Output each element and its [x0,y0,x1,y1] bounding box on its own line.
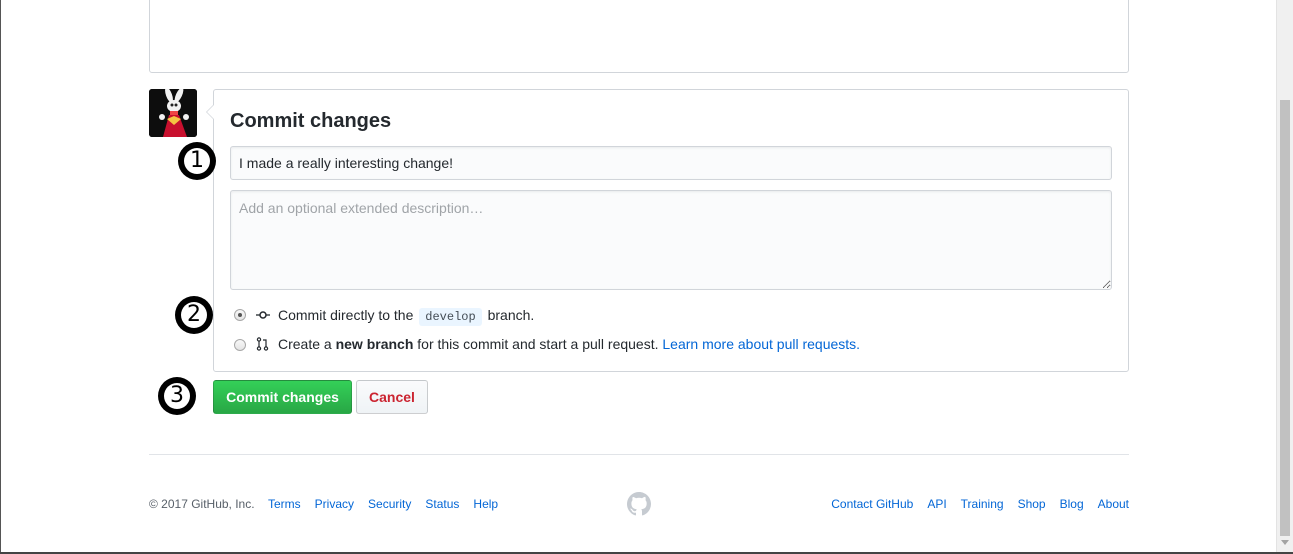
footer-links-right: Contact GitHub API Training Shop Blog About [817,496,1129,512]
footer-link-security[interactable]: Security [368,497,411,511]
page-scrollbar[interactable] [1276,0,1293,554]
scroll-down-arrow-icon[interactable] [1281,540,1289,545]
commit-direct-prefix: Commit directly to the [278,307,414,323]
footer-link-about[interactable]: About [1098,497,1129,511]
new-branch-radio[interactable] [234,339,246,351]
footer-link-api[interactable]: API [927,497,946,511]
editor-box [149,0,1129,73]
footer-link-shop[interactable]: Shop [1018,497,1046,511]
new-branch-option[interactable]: Create a new branch for this commit and … [256,334,860,354]
footer-link-status[interactable]: Status [425,497,459,511]
window-frame-left [0,0,1,554]
footer-link-blog[interactable]: Blog [1060,497,1084,511]
branch-name: develop [419,308,482,326]
footer-link-contact[interactable]: Contact GitHub [831,497,913,511]
step-badge-1: 1 [178,142,216,180]
new-branch-suffix: for this commit and start a pull request… [417,336,659,352]
footer-link-help[interactable]: Help [473,497,498,511]
step-number-3: 3 [164,383,190,409]
cancel-button[interactable]: Cancel [356,380,428,414]
new-branch-bold: new branch [335,336,414,352]
commit-changes-button[interactable]: Commit changes [213,380,352,414]
commit-direct-option[interactable]: Commit directly to the develop branch. [256,305,535,326]
github-mark-icon[interactable] [627,492,651,516]
commit-direct-radio[interactable] [234,309,246,321]
footer-link-privacy[interactable]: Privacy [315,497,354,511]
git-commit-icon [256,311,270,319]
footer-link-training[interactable]: Training [961,497,1004,511]
commit-direct-suffix: branch. [487,307,535,323]
commit-summary-input[interactable] [230,146,1112,180]
scrollbar-thumb[interactable] [1280,100,1290,536]
footer-copyright: © 2017 GitHub, Inc. [149,497,255,511]
learn-more-pull-requests-link[interactable]: Learn more about pull requests. [662,336,860,352]
avatar[interactable] [149,89,197,137]
avatar-image [149,89,197,137]
step-badge-3: 3 [158,377,196,415]
step-number-2: 2 [181,302,207,328]
step-badge-2: 2 [175,296,213,334]
new-branch-prefix: Create a [278,336,332,352]
step-number-1: 1 [184,148,210,174]
footer-divider [149,454,1129,455]
git-pull-request-icon [256,337,269,351]
commit-description-textarea[interactable] [230,190,1112,290]
footer-links-left: Terms Privacy Security Status Help [268,496,512,512]
footer-link-terms[interactable]: Terms [268,497,301,511]
commit-form-title: Commit changes [230,110,392,132]
